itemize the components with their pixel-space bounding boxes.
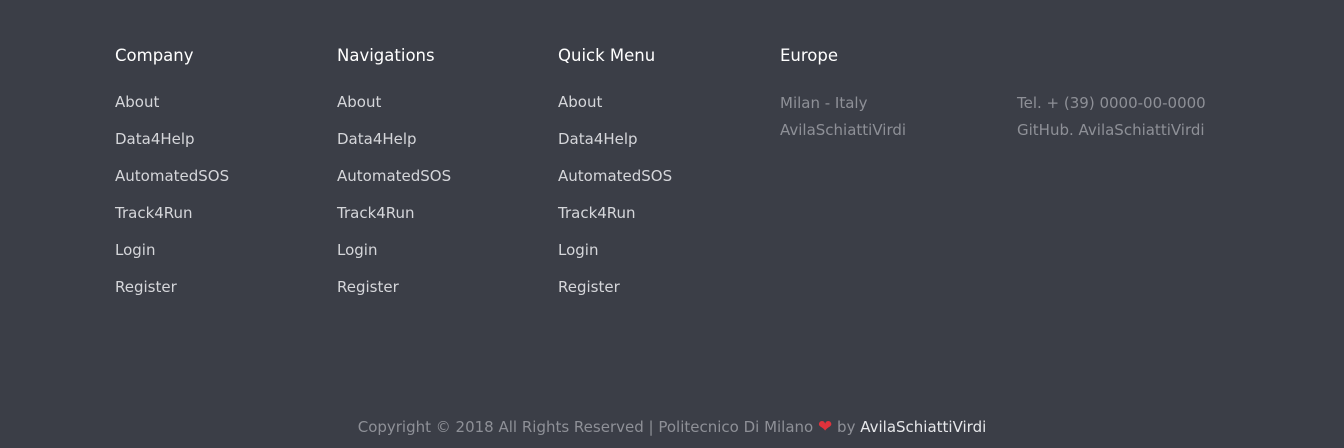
footer-link-register[interactable]: Register bbox=[558, 278, 620, 296]
footer-link-login[interactable]: Login bbox=[115, 241, 155, 259]
footer-column-company: Company About Data4Help AutomatedSOS Tra… bbox=[115, 45, 229, 314]
phone-text: Tel. + (39) 0000-00-0000 bbox=[1017, 94, 1206, 112]
copyright-bar: Copyright © 2018 All Rights Reserved | P… bbox=[0, 416, 1344, 438]
footer-link-automatedsos[interactable]: AutomatedSOS bbox=[337, 167, 451, 185]
contact-details: Tel. + (39) 0000-00-0000 GitHub. AvilaSc… bbox=[1017, 90, 1206, 144]
footer-column-quick-menu: Quick Menu About Data4Help AutomatedSOS … bbox=[558, 45, 672, 314]
company-name-text: AvilaSchiattiVirdi bbox=[780, 121, 907, 139]
list-item: Track4Run bbox=[558, 203, 672, 240]
author-link[interactable]: AvilaSchiattiVirdi bbox=[860, 418, 986, 436]
list-item: AutomatedSOS bbox=[558, 166, 672, 203]
list-item: About bbox=[337, 92, 451, 129]
location-text: Milan - Italy bbox=[780, 94, 868, 112]
contact-address: Milan - Italy AvilaSchiattiVirdi bbox=[780, 90, 906, 144]
list-item: Track4Run bbox=[115, 203, 229, 240]
footer-link-automatedsos[interactable]: AutomatedSOS bbox=[558, 167, 672, 185]
footer-link-track4run[interactable]: Track4Run bbox=[337, 204, 415, 222]
heart-icon: ❤ bbox=[818, 417, 833, 437]
link-list: About Data4Help AutomatedSOS Track4Run L… bbox=[558, 92, 672, 314]
github-text: GitHub. AvilaSchiattiVirdi bbox=[1017, 121, 1205, 139]
list-item: AutomatedSOS bbox=[115, 166, 229, 203]
list-item: Track4Run bbox=[337, 203, 451, 240]
footer-link-login[interactable]: Login bbox=[558, 241, 598, 259]
list-item: Login bbox=[337, 240, 451, 277]
list-item: Data4Help bbox=[115, 129, 229, 166]
footer-link-about[interactable]: About bbox=[558, 93, 602, 111]
footer-link-track4run[interactable]: Track4Run bbox=[558, 204, 636, 222]
site-footer: Company About Data4Help AutomatedSOS Tra… bbox=[0, 0, 1344, 448]
list-item: Data4Help bbox=[558, 129, 672, 166]
list-item: Register bbox=[558, 277, 672, 314]
list-item: About bbox=[115, 92, 229, 129]
footer-link-about[interactable]: About bbox=[337, 93, 381, 111]
footer-link-track4run[interactable]: Track4Run bbox=[115, 204, 193, 222]
footer-link-login[interactable]: Login bbox=[337, 241, 377, 259]
list-item: About bbox=[558, 92, 672, 129]
column-title: Europe bbox=[780, 46, 839, 65]
list-item: Register bbox=[337, 277, 451, 314]
by-text: by bbox=[837, 418, 856, 436]
footer-link-about[interactable]: About bbox=[115, 93, 159, 111]
footer-column-navigations: Navigations About Data4Help AutomatedSOS… bbox=[337, 45, 451, 314]
footer-link-automatedsos[interactable]: AutomatedSOS bbox=[115, 167, 229, 185]
column-title: Company bbox=[115, 46, 194, 65]
link-list: About Data4Help AutomatedSOS Track4Run L… bbox=[337, 92, 451, 314]
footer-link-data4help[interactable]: Data4Help bbox=[558, 130, 638, 148]
footer-link-data4help[interactable]: Data4Help bbox=[115, 130, 195, 148]
link-list: About Data4Help AutomatedSOS Track4Run L… bbox=[115, 92, 229, 314]
footer-column-europe: Europe bbox=[780, 45, 838, 92]
list-item: Register bbox=[115, 277, 229, 314]
footer-link-register[interactable]: Register bbox=[337, 278, 399, 296]
list-item: Login bbox=[115, 240, 229, 277]
footer-link-register[interactable]: Register bbox=[115, 278, 177, 296]
column-title: Quick Menu bbox=[558, 46, 656, 65]
footer-link-data4help[interactable]: Data4Help bbox=[337, 130, 417, 148]
column-title: Navigations bbox=[337, 46, 435, 65]
list-item: Data4Help bbox=[337, 129, 451, 166]
copyright-text: Copyright © 2018 All Rights Reserved | P… bbox=[357, 418, 814, 436]
list-item: Login bbox=[558, 240, 672, 277]
list-item: AutomatedSOS bbox=[337, 166, 451, 203]
